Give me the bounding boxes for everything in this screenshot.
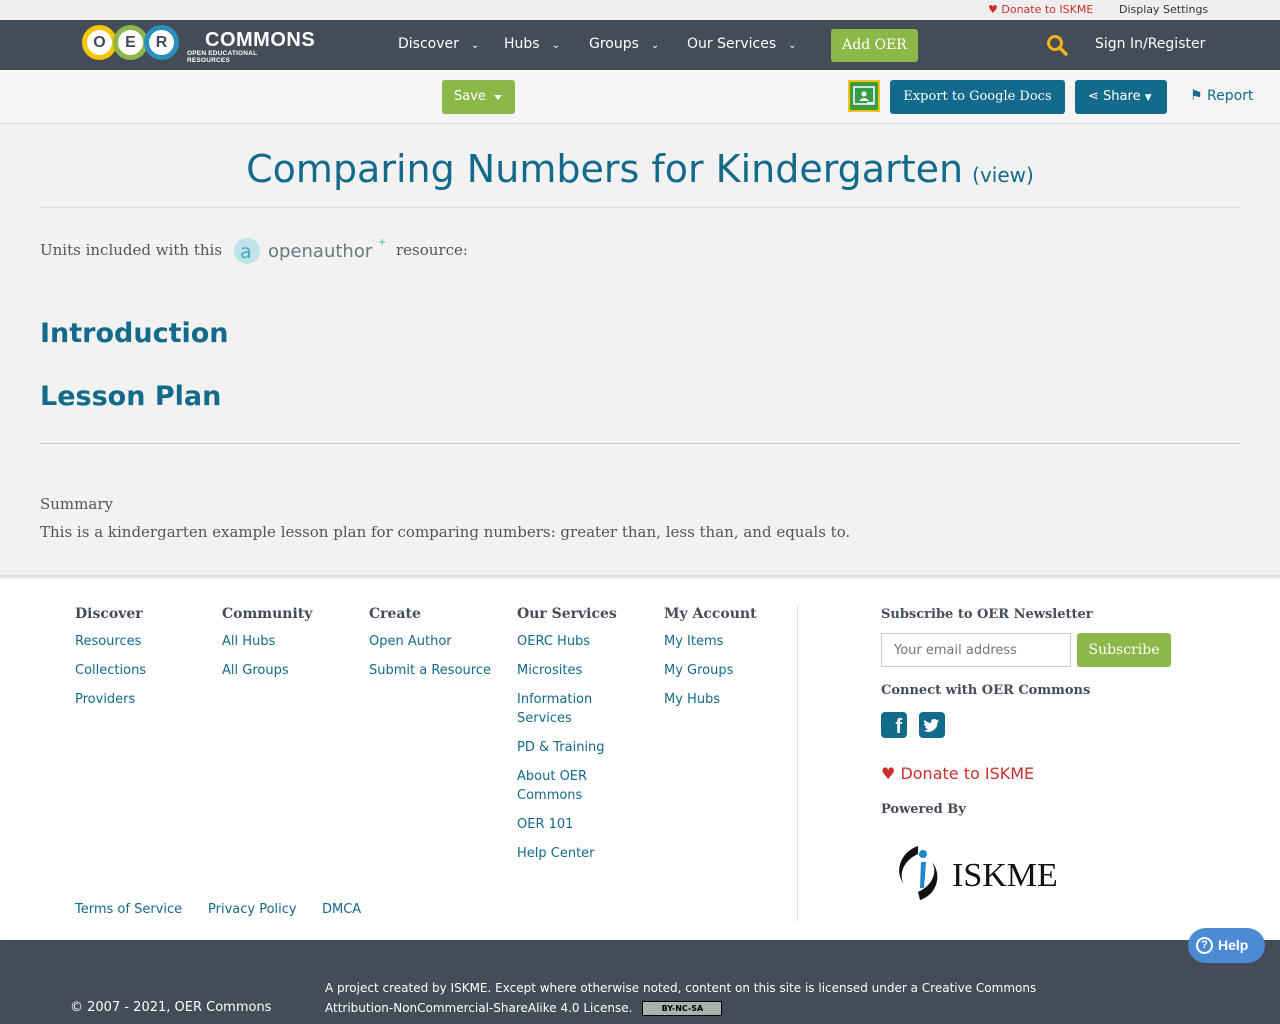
footer-link-pd-training[interactable]: PD & Training bbox=[517, 738, 627, 757]
footer-link-microsites[interactable]: Microsites bbox=[517, 661, 627, 680]
unit-introduction[interactable]: Introduction bbox=[40, 318, 229, 349]
chevron-down-icon: ⌄ bbox=[551, 40, 560, 51]
footer-link-my-groups[interactable]: My Groups bbox=[664, 661, 757, 680]
resource-content: Comparing Numbers for Kindergarten (view… bbox=[20, 125, 1260, 575]
heart-icon: ♥ bbox=[881, 764, 896, 783]
footer-heading: Discover bbox=[75, 606, 143, 622]
view-link[interactable]: (view) bbox=[972, 163, 1034, 187]
footer-link-oerc-hubs[interactable]: OERC Hubs bbox=[517, 632, 627, 651]
content-divider bbox=[40, 443, 1240, 444]
footer-link-open-author[interactable]: Open Author bbox=[369, 632, 491, 651]
summary-text: This is a kindergarten example lesson pl… bbox=[40, 523, 851, 541]
bottom-bar: © 2007 - 2021, OER Commons A project cre… bbox=[0, 940, 1280, 1024]
footer-col-my-account: My Account My Items My Groups My Hubs bbox=[664, 606, 757, 719]
resource-toolbar: Save Export to Google Docs ⋖ Share ▼ ⚑ R… bbox=[0, 70, 1280, 124]
footer-link-providers[interactable]: Providers bbox=[75, 690, 146, 709]
twitter-icon[interactable] bbox=[919, 712, 945, 738]
nav-our-services[interactable]: Our Services ⌄ bbox=[687, 36, 797, 52]
footer-link-my-hubs[interactable]: My Hubs bbox=[664, 690, 757, 709]
save-button[interactable]: Save bbox=[442, 80, 515, 114]
chevron-down-icon: ⌄ bbox=[788, 40, 797, 51]
add-oer-button[interactable]: Add OER bbox=[831, 29, 918, 62]
site-footer: Discover Resources Collections Providers… bbox=[0, 575, 1280, 940]
privacy-link[interactable]: Privacy Policy bbox=[208, 902, 297, 917]
chevron-down-icon: ⌄ bbox=[650, 40, 660, 51]
footer-col-community: Community All Hubs All Groups bbox=[222, 606, 312, 690]
oer-commons-logo[interactable]: O E R COMMONS OPEN EDUCATIONAL RESOURCES bbox=[82, 25, 315, 64]
chevron-down-icon: ⌄ bbox=[470, 40, 480, 51]
iskme-wordmark: ISKME bbox=[952, 857, 1058, 894]
footer-col-our-services: Our Services OERC Hubs Microsites Inform… bbox=[517, 606, 627, 873]
report-link[interactable]: ⚑ Report bbox=[1190, 88, 1253, 104]
open-author-logo: a openauthor + bbox=[234, 237, 386, 264]
powered-by-label: Powered By bbox=[881, 802, 966, 817]
footer-col-create: Create Open Author Submit a Resource bbox=[369, 606, 491, 690]
footer-link-information-services[interactable]: Information Services bbox=[517, 690, 627, 728]
sign-in-register-link[interactable]: Sign In/Register bbox=[1095, 36, 1205, 52]
flag-icon: ⚑ bbox=[1190, 88, 1203, 104]
nav-groups[interactable]: Groups ⌄ bbox=[589, 36, 659, 52]
summary-heading: Summary bbox=[40, 495, 113, 513]
footer-link-submit-resource[interactable]: Submit a Resource bbox=[369, 661, 491, 680]
footer-link-my-items[interactable]: My Items bbox=[664, 632, 757, 651]
connect-heading: Connect with OER Commons bbox=[881, 683, 1091, 698]
dmca-link[interactable]: DMCA bbox=[322, 902, 361, 917]
footer-link-collections[interactable]: Collections bbox=[75, 661, 146, 680]
logo-letter-e: E bbox=[113, 25, 148, 60]
share-icon: ⋖ bbox=[1088, 89, 1099, 104]
unit-lesson-plan[interactable]: Lesson Plan bbox=[40, 381, 221, 412]
title-block: Comparing Numbers for Kindergarten (view… bbox=[40, 147, 1240, 208]
footer-link-help-center[interactable]: Help Center bbox=[517, 844, 627, 863]
footer-link-oer-101[interactable]: OER 101 bbox=[517, 815, 627, 834]
facebook-icon[interactable]: f bbox=[881, 712, 907, 738]
footer-heading: Our Services bbox=[517, 606, 617, 622]
footer-link-all-hubs[interactable]: All Hubs bbox=[222, 632, 312, 651]
subscribe-button[interactable]: Subscribe bbox=[1077, 633, 1171, 667]
caret-down-icon: ▼ bbox=[1144, 93, 1152, 103]
iskme-logo[interactable]: ISKME bbox=[890, 838, 1090, 908]
newsletter-email-input[interactable] bbox=[881, 633, 1071, 667]
logo-tagline: OPEN EDUCATIONAL RESOURCES bbox=[187, 50, 258, 64]
main-navbar: O E R COMMONS OPEN EDUCATIONAL RESOURCES… bbox=[0, 20, 1280, 70]
share-button[interactable]: ⋖ Share ▼ bbox=[1075, 80, 1167, 114]
footer-divider bbox=[797, 606, 798, 921]
footer-link-about[interactable]: About OER Commons bbox=[517, 767, 627, 805]
nav-hubs[interactable]: Hubs ⌄ bbox=[504, 36, 560, 52]
svg-text:a: a bbox=[240, 241, 252, 263]
cc-license-badge[interactable]: BY-NC-SA bbox=[642, 1001, 723, 1016]
copyright-text: © 2007 - 2021, OER Commons bbox=[70, 1000, 272, 1015]
caret-down-icon bbox=[494, 95, 502, 100]
footer-donate-link[interactable]: ♥ Donate to ISKME bbox=[881, 764, 1034, 783]
license-text: A project created by ISKME. Except where… bbox=[325, 981, 1037, 1016]
heart-icon: ♥ bbox=[988, 3, 998, 16]
google-classroom-icon[interactable] bbox=[848, 80, 880, 112]
footer-heading: My Account bbox=[664, 606, 757, 622]
footer-col-discover: Discover Resources Collections Providers bbox=[75, 606, 146, 719]
terms-link[interactable]: Terms of Service bbox=[75, 902, 182, 917]
units-intro-text: Units included with this bbox=[40, 241, 223, 259]
logo-letter-o: O bbox=[82, 25, 117, 60]
footer-link-resources[interactable]: Resources bbox=[75, 632, 146, 651]
question-icon: ? bbox=[1196, 937, 1213, 954]
logo-wordmark: COMMONS bbox=[205, 29, 316, 51]
svg-text:+: + bbox=[378, 237, 386, 248]
export-google-docs-button[interactable]: Export to Google Docs bbox=[890, 80, 1065, 114]
search-icon[interactable] bbox=[1046, 34, 1068, 56]
footer-heading: Create bbox=[369, 606, 421, 622]
nav-discover[interactable]: Discover ⌄ bbox=[398, 36, 479, 52]
page-title: Comparing Numbers for Kindergarten bbox=[246, 147, 964, 191]
display-settings-link[interactable]: Display Settings bbox=[1119, 3, 1208, 16]
footer-link-all-groups[interactable]: All Groups bbox=[222, 661, 312, 680]
open-author-logo-text: openauthor bbox=[268, 241, 373, 262]
help-button[interactable]: ? Help bbox=[1188, 928, 1265, 963]
utility-bar: ♥ Donate to ISKME Display Settings bbox=[0, 0, 1280, 20]
newsletter-heading: Subscribe to OER Newsletter bbox=[881, 607, 1093, 622]
units-resource-text: resource: bbox=[396, 241, 468, 259]
footer-heading: Community bbox=[222, 606, 313, 622]
logo-letter-r: R bbox=[144, 25, 179, 60]
donate-link[interactable]: ♥ Donate to ISKME bbox=[988, 3, 1093, 16]
